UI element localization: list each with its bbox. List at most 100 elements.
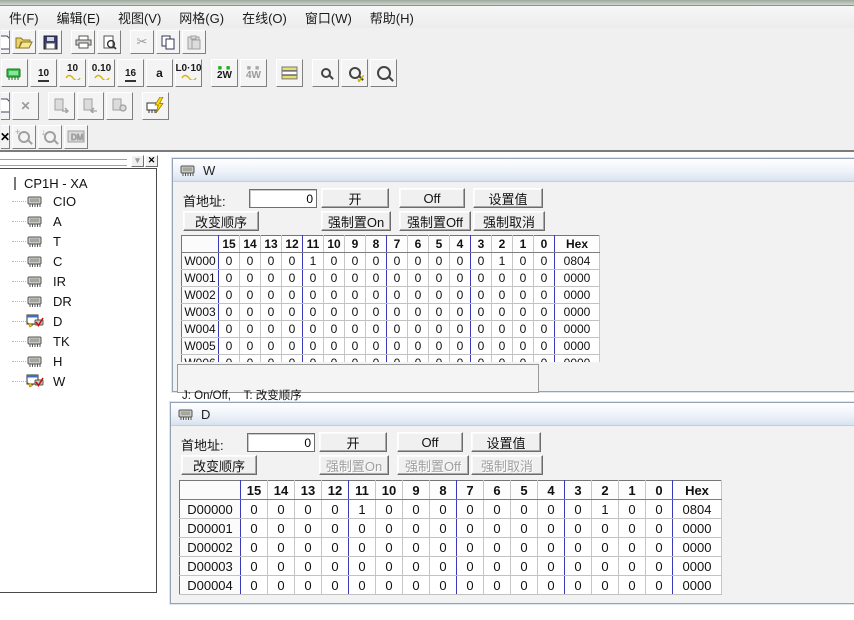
tree-item-c[interactable]: C: [0, 251, 156, 271]
bit-cell[interactable]: 0: [492, 287, 513, 304]
on-button[interactable]: 开: [321, 188, 389, 208]
bit-cell[interactable]: 0: [345, 321, 366, 338]
change-order-button[interactable]: 改变顺序: [181, 455, 257, 475]
bit-cell[interactable]: 0: [646, 557, 673, 576]
hex-value-cell[interactable]: 0000: [673, 557, 722, 576]
bit-cell[interactable]: 0: [268, 557, 295, 576]
bit-cell[interactable]: 0: [430, 557, 457, 576]
bit-cell[interactable]: 0: [268, 500, 295, 519]
bit-cell[interactable]: 0: [484, 576, 511, 595]
bit-cell[interactable]: 0: [268, 519, 295, 538]
bit-cell[interactable]: 0: [403, 538, 430, 557]
bit-cell[interactable]: 0: [376, 538, 403, 557]
force-cancel-button[interactable]: 强制取消: [473, 211, 545, 231]
bit-cell[interactable]: 0: [349, 576, 376, 595]
bit-cell[interactable]: 0: [282, 270, 303, 287]
hex-value-cell[interactable]: 0000: [555, 338, 600, 355]
panel-menu-button[interactable]: ▾: [131, 155, 144, 167]
set-value-button[interactable]: 设置值: [473, 188, 543, 208]
new-file-button[interactable]: [1, 30, 10, 54]
word-2w-button[interactable]: ■ ■2W: [211, 59, 238, 87]
bit-cell[interactable]: 0: [240, 253, 261, 270]
address-grid-button[interactable]: [276, 59, 303, 87]
bit-cell[interactable]: 0: [282, 355, 303, 363]
bit-cell[interactable]: 0: [538, 557, 565, 576]
hex-button[interactable]: 16: [117, 59, 144, 87]
bit-cell[interactable]: 0: [349, 557, 376, 576]
bit-cell[interactable]: 0: [430, 500, 457, 519]
bit-cell[interactable]: 0: [513, 270, 534, 287]
bit-cell[interactable]: 0: [408, 270, 429, 287]
bit-cell[interactable]: 0: [376, 519, 403, 538]
bit-cell[interactable]: 0: [430, 576, 457, 595]
bit-cell[interactable]: 0: [429, 270, 450, 287]
bit-cell[interactable]: 0: [408, 338, 429, 355]
bit-cell[interactable]: 0: [387, 338, 408, 355]
bit-cell[interactable]: 0: [345, 338, 366, 355]
bit-cell[interactable]: 0: [324, 321, 345, 338]
bit-cell[interactable]: 0: [565, 519, 592, 538]
bit-cell[interactable]: 0: [295, 557, 322, 576]
bit-cell[interactable]: 0: [471, 270, 492, 287]
bit-cell[interactable]: 0: [376, 576, 403, 595]
zoom-check-button[interactable]: ✓: [341, 59, 368, 87]
hex-value-cell[interactable]: 0000: [555, 321, 600, 338]
bit-cell[interactable]: 0: [282, 287, 303, 304]
bit-cell[interactable]: 1: [592, 500, 619, 519]
bit-cell[interactable]: 0: [268, 538, 295, 557]
bit-cell[interactable]: 1: [349, 500, 376, 519]
bit-cell[interactable]: 0: [592, 557, 619, 576]
bit-cell[interactable]: 0: [240, 270, 261, 287]
bit-cell[interactable]: 0: [322, 500, 349, 519]
bit-cell[interactable]: 0: [511, 576, 538, 595]
bit-cell[interactable]: 0: [450, 304, 471, 321]
hex-value-cell[interactable]: 0804: [673, 500, 722, 519]
bit-cell[interactable]: 0: [366, 304, 387, 321]
bit-cell[interactable]: 0: [513, 287, 534, 304]
bit-cell[interactable]: 0: [429, 338, 450, 355]
bit-cell[interactable]: 0: [619, 576, 646, 595]
bit-cell[interactable]: 0: [646, 519, 673, 538]
bit-cell[interactable]: 0: [219, 321, 240, 338]
bit-cell[interactable]: 0: [322, 557, 349, 576]
start-address-input[interactable]: [249, 189, 317, 208]
bit-cell[interactable]: 0: [387, 287, 408, 304]
bit-cell[interactable]: 0: [538, 519, 565, 538]
bit-cell[interactable]: 0: [511, 519, 538, 538]
bit-cell[interactable]: 0: [538, 538, 565, 557]
bit-cell[interactable]: 0: [366, 287, 387, 304]
bit-cell[interactable]: 1: [492, 253, 513, 270]
work-online-simulator-button[interactable]: [142, 92, 169, 120]
bit-cell[interactable]: 0: [429, 253, 450, 270]
bit-cell[interactable]: 0: [492, 270, 513, 287]
bit-cell[interactable]: 0: [295, 519, 322, 538]
bit-cell[interactable]: 0: [430, 519, 457, 538]
bit-cell[interactable]: 0: [261, 304, 282, 321]
bit-cell[interactable]: 0: [295, 576, 322, 595]
menu-item-5[interactable]: 窗口(W): [296, 6, 361, 29]
tree-item-t[interactable]: T: [0, 231, 156, 251]
bit-cell[interactable]: 0: [240, 355, 261, 363]
bit-cell[interactable]: 0: [457, 519, 484, 538]
bit-cell[interactable]: 0: [295, 538, 322, 557]
edit-cut-partial-button[interactable]: [1, 92, 10, 120]
monitor-button[interactable]: [1, 59, 28, 87]
bit-cell[interactable]: 0: [457, 500, 484, 519]
bit-cell[interactable]: 0: [429, 321, 450, 338]
force-on-button[interactable]: 强制置On: [321, 211, 391, 231]
bit-cell[interactable]: 0: [534, 304, 555, 321]
bit-cell[interactable]: 0: [376, 557, 403, 576]
force-off-button[interactable]: 强制置Off: [399, 211, 471, 231]
bit-cell[interactable]: 0: [408, 253, 429, 270]
bit-cell[interactable]: 0: [408, 321, 429, 338]
bit-cell[interactable]: 0: [619, 557, 646, 576]
hex-value-cell[interactable]: 0000: [555, 355, 600, 363]
bit-cell[interactable]: 0: [403, 519, 430, 538]
bit-cell[interactable]: 0: [408, 304, 429, 321]
bit-cell[interactable]: 0: [403, 557, 430, 576]
bit-cell[interactable]: 0: [241, 538, 268, 557]
off-button[interactable]: Off: [397, 432, 463, 452]
bit-cell[interactable]: 0: [324, 287, 345, 304]
bit-cell[interactable]: 0: [592, 538, 619, 557]
menu-item-1[interactable]: 编辑(E): [48, 6, 109, 29]
